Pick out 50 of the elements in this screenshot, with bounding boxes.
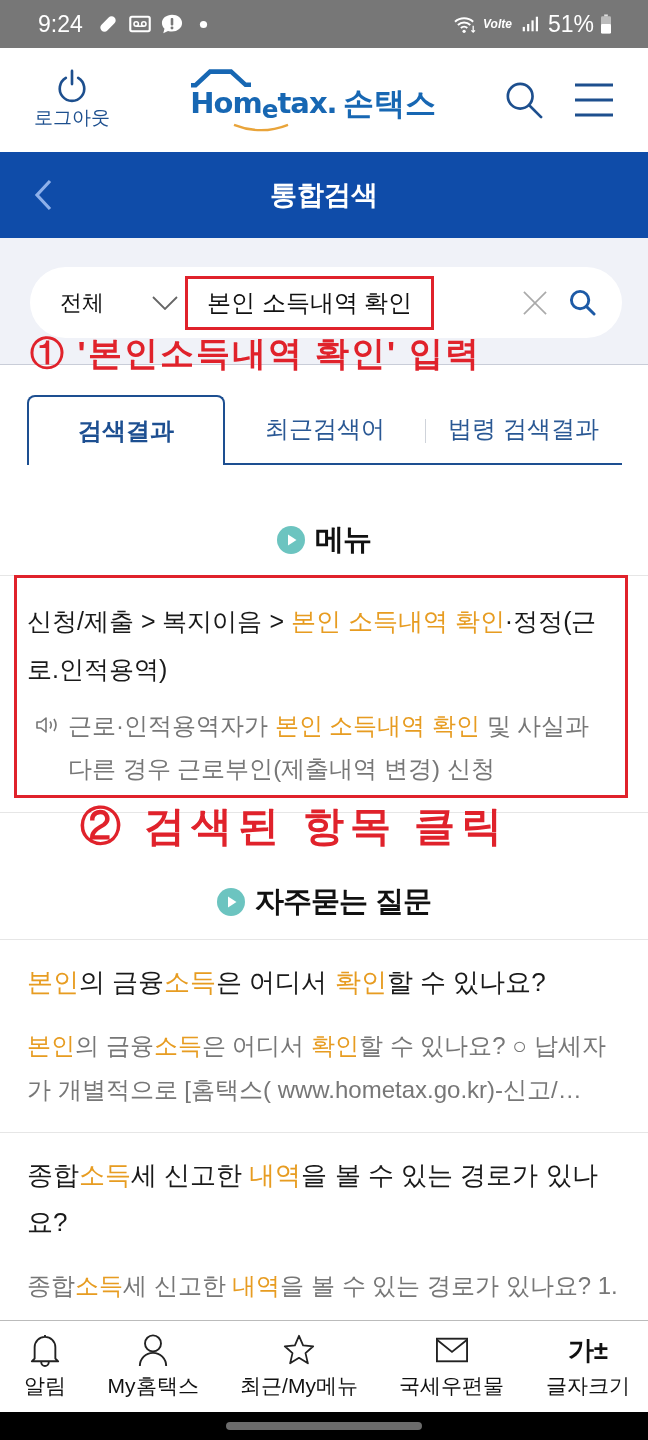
envelope-icon (435, 1337, 468, 1363)
close-icon (523, 290, 547, 315)
faq-answer-snippet: 종합소득세 신고한 내역을 볼 수 있는 경로가 있나요? 1. (27, 1271, 619, 1301)
faq-question-link[interactable]: 본인의 금융소득은 어디서 확인할 수 있나요? (27, 959, 621, 1006)
menu-icon (574, 81, 614, 119)
nav-button[interactable]: My홈택스 (107, 1333, 199, 1412)
cassette-icon (128, 13, 151, 35)
nav-button[interactable]: 최근/My메뉴 (240, 1333, 358, 1412)
nav-button[interactable]: 가± 글자크기 (545, 1333, 630, 1412)
nav-button[interactable]: 국세우편물 (399, 1333, 505, 1412)
signal-icon (521, 15, 538, 33)
search-submit-button[interactable] (569, 289, 596, 316)
logo-wordmark: Hom$_{e}$tax. (190, 88, 337, 124)
menu-description: 근로·인적용역자가 본인 소득내역 확인 및 사실과 다른 경우 근로부인(제출내역 변경) 신청 (68, 711, 591, 784)
play-icon (277, 526, 305, 554)
faq-answer-snippet: 본인의 금융소득은 어디서 확인할 수 있나요? ○ 납세자가 개별적으로 [홈택스( www.hometax.go.kr)-신고/… (27, 1031, 607, 1105)
search-icon (569, 289, 596, 316)
search-button[interactable] (504, 81, 544, 119)
tab[interactable]: 법령 검색결과 (425, 395, 622, 465)
text-size-glyph: 가± (567, 1334, 609, 1367)
notification-dot-icon (198, 19, 208, 29)
back-button[interactable] (34, 179, 52, 211)
message-alert-icon (160, 13, 183, 35)
chevron-left-icon (34, 179, 52, 211)
roof-icon (190, 67, 253, 88)
menu-path-link[interactable]: 신청/제출 > 복지이음 > 본인 소득내역 확인·정정(근로.인적용역) (27, 597, 620, 693)
network-label: Volte (483, 17, 512, 31)
section-heading: 메뉴 (315, 522, 371, 557)
section-heading: 자주묻는 질문 (255, 884, 431, 919)
play-icon (217, 888, 246, 916)
battery-level: 51% (547, 10, 594, 38)
app-name: 손택스 (342, 85, 436, 123)
chevron-down-icon (152, 295, 178, 310)
battery-icon (600, 14, 612, 34)
tab[interactable]: 검색결과 (27, 395, 225, 465)
tab[interactable]: 최근검색어 (225, 395, 425, 465)
page-title: 통합검색 (270, 179, 378, 212)
faq-question-link[interactable]: 종합소득세 신고한 내역 을 볼 수 있는 경로가 있나요? (27, 1152, 621, 1246)
status-time: 9:24 (38, 10, 83, 38)
person-icon (137, 1333, 170, 1367)
nav-button[interactable]: 알림 (24, 1333, 66, 1412)
logout-button[interactable]: 로그아웃 (30, 69, 114, 131)
star-icon (282, 1333, 315, 1367)
power-icon (55, 69, 89, 103)
scope-dropdown[interactable]: 전체 (60, 287, 178, 318)
search-icon (504, 81, 544, 119)
menu-button[interactable] (574, 81, 614, 119)
annotation-note: ② 검색된 항목 클릭 (80, 803, 509, 849)
wifi-icon (453, 14, 478, 34)
bell-icon (29, 1333, 61, 1367)
